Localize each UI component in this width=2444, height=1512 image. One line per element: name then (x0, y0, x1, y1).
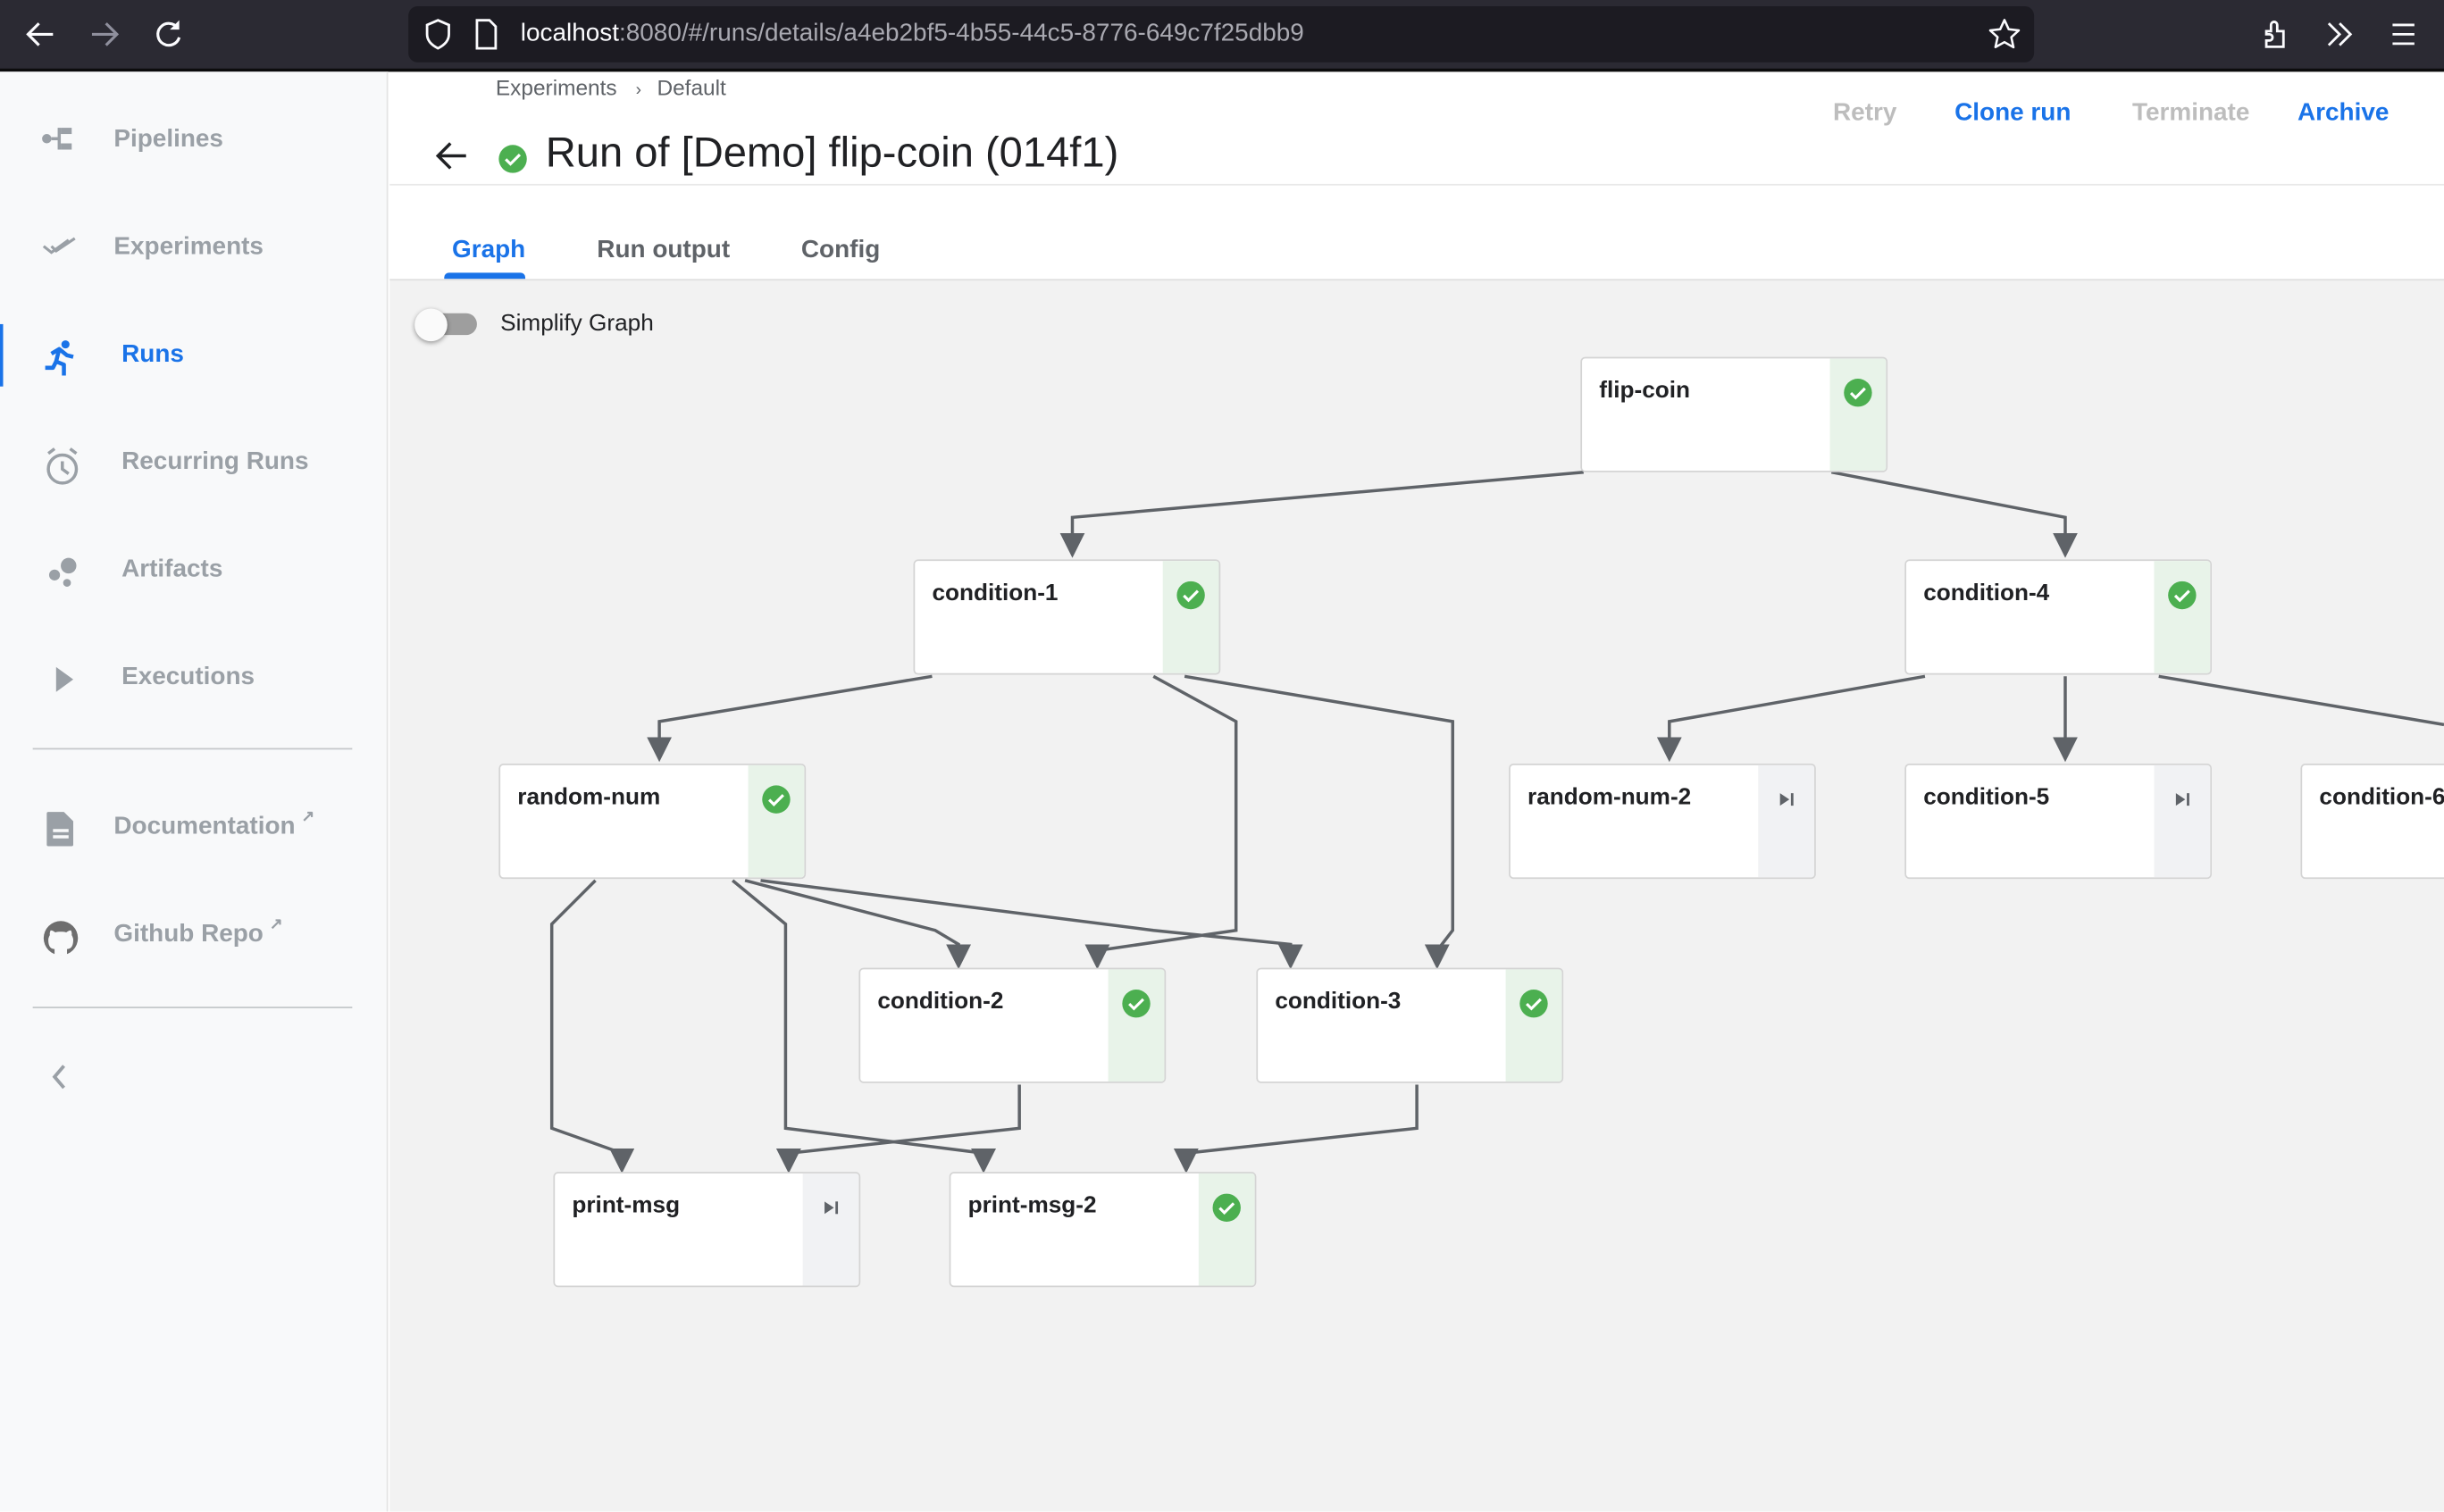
skipped-icon (816, 1192, 847, 1224)
node-label: condition-2 (877, 988, 1004, 1015)
edge-condition-1-condition-2 (1084, 674, 1238, 970)
node-status (1198, 1173, 1255, 1286)
node-condition-1[interactable]: condition-1 (913, 559, 1221, 675)
edge-condition-2-print-msg (775, 1084, 1021, 1174)
node-status (1162, 561, 1219, 673)
node-label: condition-6 (2319, 783, 2444, 811)
node-condition-3[interactable]: condition-3 (1256, 967, 1564, 1083)
node-condition-2[interactable]: condition-2 (858, 967, 1167, 1083)
node-random-num-2[interactable]: random-num-2 (1509, 764, 1816, 880)
node-label: random-num (517, 783, 661, 811)
node-status (748, 764, 805, 878)
skipped-icon (2166, 784, 2197, 815)
skipped-icon (1770, 784, 1802, 815)
node-status (1108, 969, 1165, 1082)
edge-condition-3-print-msg-2 (1173, 1084, 1419, 1174)
success-check-icon (2166, 580, 2197, 611)
edge-flip-coin-condition-4 (1830, 470, 2078, 558)
node-print-msg[interactable]: print-msg (553, 1172, 861, 1288)
node-status (1758, 764, 1815, 878)
node-label: condition-4 (1923, 580, 2050, 606)
node-status (1505, 969, 1562, 1082)
edge-condition-4-condition-6 (2158, 674, 2444, 727)
node-status (1829, 358, 1887, 471)
node-random-num[interactable]: random-num (498, 764, 807, 880)
node-status (2154, 561, 2211, 673)
node-label: print-msg-2 (967, 1191, 1097, 1219)
node-flip-coin[interactable]: flip-coin (1580, 356, 1888, 472)
node-label: condition-5 (1923, 783, 2050, 811)
success-check-icon (1176, 580, 1207, 611)
success-check-icon (1121, 988, 1152, 1019)
node-label: condition-3 (1275, 988, 1402, 1015)
edge-flip-coin-condition-1 (1059, 470, 1584, 558)
success-check-icon (761, 784, 792, 815)
node-status (802, 1173, 859, 1286)
success-check-icon (1842, 377, 1873, 408)
node-print-msg-2[interactable]: print-msg-2 (949, 1172, 1257, 1288)
edge-random-num-print-msg (549, 879, 635, 1174)
success-check-icon (1211, 1192, 1243, 1224)
node-status (2154, 764, 2211, 878)
edge-condition-4-random-num-2 (1656, 674, 1926, 763)
node-condition-5[interactable]: condition-5 (1904, 764, 2213, 880)
node-label: print-msg (572, 1191, 681, 1219)
edge-condition-1-random-num (647, 674, 933, 763)
edge-condition-1-condition-3 (1184, 674, 1454, 970)
node-label: condition-1 (932, 580, 1059, 606)
node-condition-4[interactable]: condition-4 (1904, 559, 2213, 675)
node-condition-6[interactable]: condition-6 (2300, 764, 2444, 880)
node-label: flip-coin (1599, 377, 1691, 404)
success-check-icon (1519, 988, 1550, 1019)
edge-random-num-condition-3 (760, 879, 1303, 970)
node-label: random-num-2 (1528, 783, 1692, 811)
